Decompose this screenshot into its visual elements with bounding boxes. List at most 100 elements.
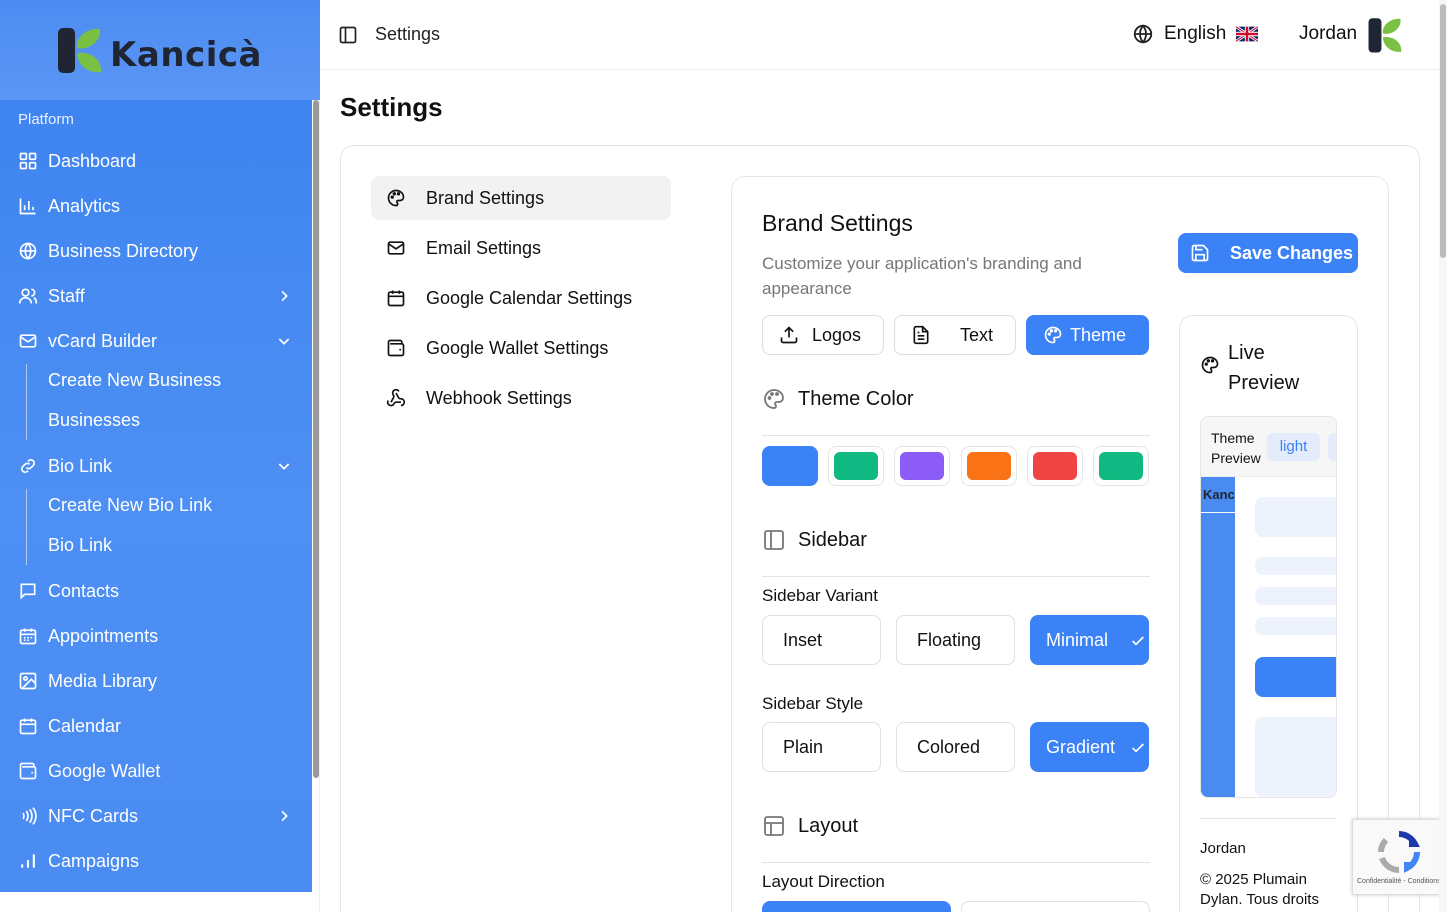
grid-icon — [19, 152, 37, 170]
sidebar-toggle-icon[interactable] — [338, 25, 358, 45]
sidebar-item-media-library[interactable]: Media Library — [0, 661, 312, 701]
page-title: Settings — [340, 92, 443, 122]
nav-google-calendar-settings[interactable]: Google Calendar Settings — [371, 276, 671, 320]
sidebar-item-calendar[interactable]: Calendar — [0, 706, 312, 746]
save-changes-button[interactable]: Save Changes — [1178, 233, 1358, 273]
bar-chart-icon — [19, 198, 36, 215]
recaptcha-text: Confidentialité - Conditions — [1357, 878, 1441, 885]
nav-webhook-settings[interactable]: Webhook Settings — [371, 376, 671, 420]
style-plain-option[interactable]: Plain — [762, 722, 881, 772]
sidebar-style-label: Sidebar Style — [762, 694, 864, 713]
nfc-icon — [22, 807, 37, 825]
globe-icon — [19, 242, 37, 260]
layout-direction-ltr-option[interactable] — [762, 901, 951, 912]
layout-icon — [764, 816, 784, 836]
style-gradient-option[interactable]: Gradient — [1030, 722, 1149, 772]
mini-preview: Theme Preview light Kanc — [1200, 416, 1337, 798]
calendar-icon — [19, 718, 37, 735]
sidebar-scrollbar[interactable] — [313, 100, 319, 778]
uk-flag-icon — [1236, 26, 1259, 42]
sidebar-item-staff[interactable]: Staff — [0, 276, 312, 316]
brand-settings-subtitle: Customize your application's branding an… — [762, 254, 1082, 298]
sidebar-item-label: Google Wallet — [48, 760, 161, 781]
tab-label: Text — [959, 324, 993, 345]
chevron-right-icon — [281, 290, 288, 302]
save-icon — [1191, 244, 1209, 262]
heading-text: Sidebar — [798, 528, 867, 551]
mini-block — [1255, 587, 1336, 605]
option-label: Minimal — [1046, 629, 1109, 650]
tab-logos[interactable]: Logos — [762, 315, 884, 355]
nav-google-wallet-settings[interactable]: Google Wallet Settings — [371, 326, 671, 370]
tab-text[interactable]: Text — [894, 315, 1016, 355]
mini-block — [1255, 497, 1336, 537]
mini-block — [1255, 557, 1336, 575]
divider — [1200, 818, 1337, 819]
user-name[interactable]: Jordan — [1299, 23, 1357, 45]
layout-heading: Layout — [762, 814, 858, 838]
sidebar-layout-icon — [764, 530, 784, 550]
sidebar-item-label: Staff — [48, 285, 85, 306]
sidebar-item-dashboard[interactable]: Dashboard — [0, 141, 312, 181]
submenu-item-create-business[interactable]: Create New Business — [48, 370, 221, 391]
sidebar-item-label: Analytics — [48, 195, 121, 216]
calendar-grid-icon — [19, 628, 37, 645]
signal-icon — [21, 854, 35, 868]
mini-sidebar — [1201, 477, 1235, 797]
sidebar-item-appointments[interactable]: Appointments — [0, 616, 312, 656]
variant-floating-option[interactable]: Floating — [896, 615, 1015, 665]
option-label: Gradient — [1046, 736, 1116, 757]
sidebar-logo[interactable]: Kancicà — [0, 0, 320, 100]
mail-icon — [19, 334, 37, 348]
color-swatch-red[interactable] — [1027, 446, 1083, 486]
live-preview-heading: Live Preview — [1200, 338, 1308, 398]
chevron-down-icon — [278, 463, 290, 470]
brand-settings-title: Brand Settings — [762, 210, 913, 236]
sidebar-item-nfc-cards[interactable]: NFC Cards — [0, 796, 312, 836]
style-colored-option[interactable]: Colored — [896, 722, 1015, 772]
sidebar-item-contacts[interactable]: Contacts — [0, 571, 312, 611]
color-swatch-purple[interactable] — [894, 446, 950, 486]
recaptcha-badge[interactable]: Confidentialité - Conditions — [1352, 819, 1447, 895]
tab-label: Theme — [1069, 324, 1126, 345]
sidebar-item-label: Contacts — [48, 580, 120, 601]
language-selector[interactable]: English — [1132, 23, 1259, 45]
submenu-item-businesses[interactable]: Businesses — [48, 410, 140, 431]
heading-text: Theme Color — [798, 387, 914, 410]
mini-block — [1255, 617, 1336, 635]
swatch-fill — [834, 452, 878, 480]
variant-minimal-option[interactable]: Minimal — [1030, 615, 1149, 665]
sidebar-item-campaigns[interactable]: Campaigns — [0, 841, 312, 881]
avatar[interactable] — [1368, 16, 1404, 54]
nav-brand-settings[interactable]: Brand Settings — [371, 176, 671, 220]
calendar-icon — [387, 290, 405, 307]
color-swatch-orange[interactable] — [961, 446, 1017, 486]
image-icon — [19, 672, 37, 690]
sidebar-item-business-directory[interactable]: Business Directory — [0, 231, 312, 271]
submenu-item-bio-link[interactable]: Bio Link — [48, 535, 112, 556]
layout-direction-rtl-option[interactable] — [961, 901, 1150, 912]
logo-text: Kancicà — [110, 35, 262, 75]
color-swatch-green[interactable] — [828, 446, 884, 486]
color-swatch-blue[interactable] — [762, 446, 818, 486]
nav-label: Google Calendar Settings — [426, 287, 633, 308]
mail-icon — [387, 241, 405, 255]
link-icon — [21, 459, 35, 473]
nav-label: Brand Settings — [426, 187, 545, 208]
sidebar-item-bio-link[interactable]: Bio Link — [0, 446, 312, 486]
swatch-fill — [1099, 452, 1143, 480]
color-swatch-emerald[interactable] — [1093, 446, 1149, 486]
page-scrollbar-thumb[interactable] — [1440, 4, 1446, 258]
submenu-item-create-bio-link[interactable]: Create New Bio Link — [48, 495, 212, 516]
variant-inset-option[interactable]: Inset — [762, 615, 881, 665]
nav-email-settings[interactable]: Email Settings — [371, 226, 671, 270]
layout-direction-label: Layout Direction — [762, 872, 885, 891]
sidebar-item-analytics[interactable]: Analytics — [0, 186, 312, 226]
theme-color-heading: Theme Color — [762, 387, 914, 411]
submenu-line — [26, 364, 27, 440]
tab-theme[interactable]: Theme — [1026, 315, 1149, 355]
sidebar-item-google-wallet[interactable]: Google Wallet — [0, 751, 312, 791]
sidebar-item-vcard-builder[interactable]: vCard Builder — [0, 321, 312, 361]
submenu-line — [26, 489, 27, 565]
wallet-icon — [387, 339, 405, 357]
